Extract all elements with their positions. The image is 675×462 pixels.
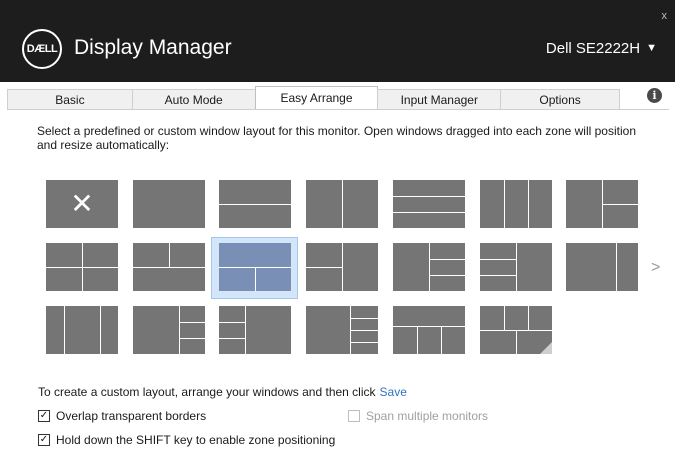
dell-logo-icon: DÆLL xyxy=(22,29,62,69)
span-monitors-option: Span multiple monitors xyxy=(348,409,488,423)
layout-top-split-bottom-full[interactable] xyxy=(133,243,205,291)
shift-zone-option[interactable]: ✓ Hold down the SHIFT key to enable zone… xyxy=(38,433,335,447)
span-monitors-label: Span multiple monitors xyxy=(366,409,489,423)
monitor-name: Dell SE2222H xyxy=(545,40,641,57)
tab-auto-mode[interactable]: Auto Mode xyxy=(131,89,256,109)
layout-3-rows[interactable] xyxy=(393,180,465,228)
tab-panel-border xyxy=(7,109,669,110)
hint-text: To create a custom layout, arrange your … xyxy=(38,385,376,399)
overlap-borders-checkbox[interactable]: ✓ xyxy=(38,410,50,422)
layout-none[interactable]: ✕ xyxy=(46,180,118,228)
layout-3-columns[interactable] xyxy=(480,180,552,228)
layout-full[interactable] xyxy=(133,180,205,228)
monitor-selector[interactable]: Dell SE2222H ▼ xyxy=(546,40,657,57)
layout-top-full-bottom-3[interactable] xyxy=(393,306,465,354)
shift-zone-checkbox[interactable]: ✓ xyxy=(38,434,50,446)
custom-layout-hint: To create a custom layout, arrange your … xyxy=(38,385,407,399)
description-text: Select a predefined or custom window lay… xyxy=(37,124,636,152)
title-bar: DÆLL Display Manager x Dell SE2222H ▼ xyxy=(0,0,675,82)
layout-left-3-right-wide[interactable] xyxy=(219,306,291,354)
layout-left-wide-right-3[interactable] xyxy=(133,306,205,354)
save-link[interactable]: Save xyxy=(380,385,407,399)
close-icon[interactable]: x xyxy=(662,10,668,22)
next-page-arrow[interactable]: > xyxy=(651,259,660,277)
tab-bar: Basic Auto Mode Easy Arrange Input Manag… xyxy=(7,86,620,110)
tab-input-manager[interactable]: Input Manager xyxy=(377,89,502,109)
tab-options[interactable]: Options xyxy=(500,89,620,109)
layout-left-wide-right-4[interactable] xyxy=(306,306,378,354)
layout-top-full-bottom-split[interactable] xyxy=(219,243,291,291)
span-monitors-checkbox xyxy=(348,410,360,422)
layout-2-columns[interactable] xyxy=(306,180,378,228)
layout-left-3-right-full[interactable] xyxy=(480,243,552,291)
app-title: Display Manager xyxy=(74,36,232,59)
layout-left-full-right-3[interactable] xyxy=(393,243,465,291)
tab-easy-arrange[interactable]: Easy Arrange xyxy=(254,86,379,110)
chevron-down-icon: ▼ xyxy=(646,42,657,54)
overlap-borders-option[interactable]: ✓ Overlap transparent borders xyxy=(38,409,206,423)
custom-layout-corner-icon xyxy=(540,342,552,354)
shift-zone-label: Hold down the SHIFT key to enable zone p… xyxy=(56,433,336,447)
layout-custom[interactable] xyxy=(480,306,552,354)
close-icon: ✕ xyxy=(70,187,94,220)
layout-2-rows[interactable] xyxy=(219,180,291,228)
layout-3-columns-center-wide[interactable] xyxy=(46,306,118,354)
layout-wide-left-narrow-right[interactable] xyxy=(566,243,638,291)
tab-basic[interactable]: Basic xyxy=(7,89,133,109)
info-icon[interactable]: i xyxy=(647,88,662,103)
overlap-borders-label: Overlap transparent borders xyxy=(56,409,207,423)
layout-left-plus-2-right[interactable] xyxy=(566,180,638,228)
layout-2x2[interactable] xyxy=(46,243,118,291)
layout-left-2-right-full[interactable] xyxy=(306,243,378,291)
